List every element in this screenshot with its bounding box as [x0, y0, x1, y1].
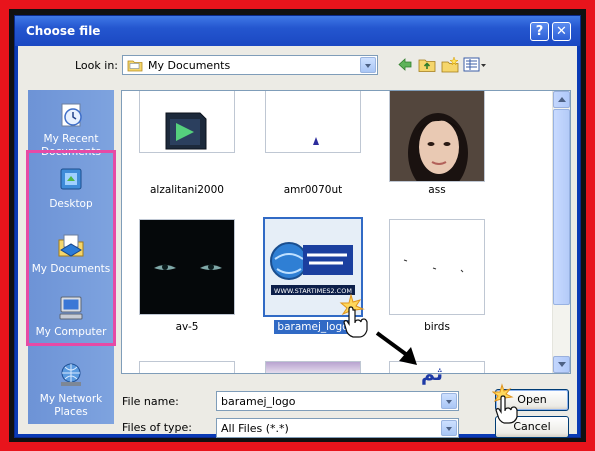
- back-arrow-icon[interactable]: [396, 56, 414, 73]
- chevron-down-icon[interactable]: [441, 420, 457, 436]
- thumbnail-birds[interactable]: [389, 219, 485, 315]
- file-name-amr0070ut: amr0070ut: [283, 184, 343, 196]
- file-name-alzalitani2000: alzalitani2000: [150, 184, 224, 196]
- my-documents-folder-icon: [127, 60, 143, 72]
- hand-cursor-icon: [492, 383, 518, 424]
- pointer-arrow-icon: [375, 331, 417, 365]
- new-folder-icon[interactable]: [441, 56, 459, 73]
- places-highlight-box: [26, 150, 116, 346]
- filetype-value: All Files (*.*): [221, 422, 289, 435]
- help-button[interactable]: ?: [530, 22, 549, 41]
- dialog-body: Look in: My Documents My Recent Document…: [18, 46, 577, 438]
- thumbnail-ass[interactable]: [389, 91, 485, 182]
- media-file-icon: [165, 112, 207, 150]
- recent-documents-icon: [61, 103, 82, 127]
- chevron-down-icon[interactable]: [360, 57, 376, 73]
- window-title: Choose file: [26, 24, 101, 38]
- thumbnail-amr0070ut[interactable]: [265, 91, 361, 153]
- filename-value: baramej_logo: [221, 395, 296, 408]
- file-list[interactable]: alzalitani2000 amr0070ut ass av-5 WWW.ST…: [121, 90, 571, 374]
- small-figure-icon: [313, 137, 319, 145]
- close-button[interactable]: ✕: [552, 22, 571, 41]
- lookin-dropdown[interactable]: My Documents: [122, 55, 378, 75]
- thumbnail-partial-1[interactable]: [139, 361, 235, 373]
- portrait-photo-icon: [390, 91, 484, 181]
- lookin-value: My Documents: [148, 59, 231, 72]
- filetype-label: Files of type:: [122, 421, 193, 434]
- scroll-down-button[interactable]: [553, 356, 570, 373]
- place-label: My Network Places: [39, 393, 103, 418]
- filetype-select[interactable]: All Files (*.*): [216, 418, 459, 438]
- lookin-label: Look in:: [75, 59, 118, 72]
- birds-image-icon: [403, 259, 464, 273]
- place-my-network-places[interactable]: My Network Places: [28, 360, 114, 419]
- scroll-thumb[interactable]: [553, 109, 570, 305]
- title-bar[interactable]: Choose file ? ✕: [15, 16, 580, 46]
- thumbnail-alzalitani2000[interactable]: [139, 91, 235, 153]
- scroll-up-button[interactable]: [553, 91, 570, 108]
- choose-file-dialog: Choose file ? ✕ Look in: My Documents My…: [14, 15, 581, 438]
- eyes-image-icon: [140, 220, 234, 314]
- file-name-av-5: av-5: [175, 321, 199, 333]
- network-places-icon: [61, 363, 81, 386]
- file-name-ass: ass: [428, 184, 446, 196]
- chevron-down-icon[interactable]: [441, 393, 457, 409]
- arabic-annotation: ثم: [421, 363, 444, 385]
- thumbnail-av-5[interactable]: [139, 219, 235, 315]
- filename-input[interactable]: baramej_logo: [216, 391, 459, 411]
- thumbnail-partial-2[interactable]: [265, 361, 361, 373]
- up-folder-icon[interactable]: [418, 56, 436, 73]
- filename-label: File name:: [122, 395, 179, 408]
- vertical-scrollbar[interactable]: [552, 91, 570, 373]
- view-menu-icon[interactable]: [463, 56, 487, 73]
